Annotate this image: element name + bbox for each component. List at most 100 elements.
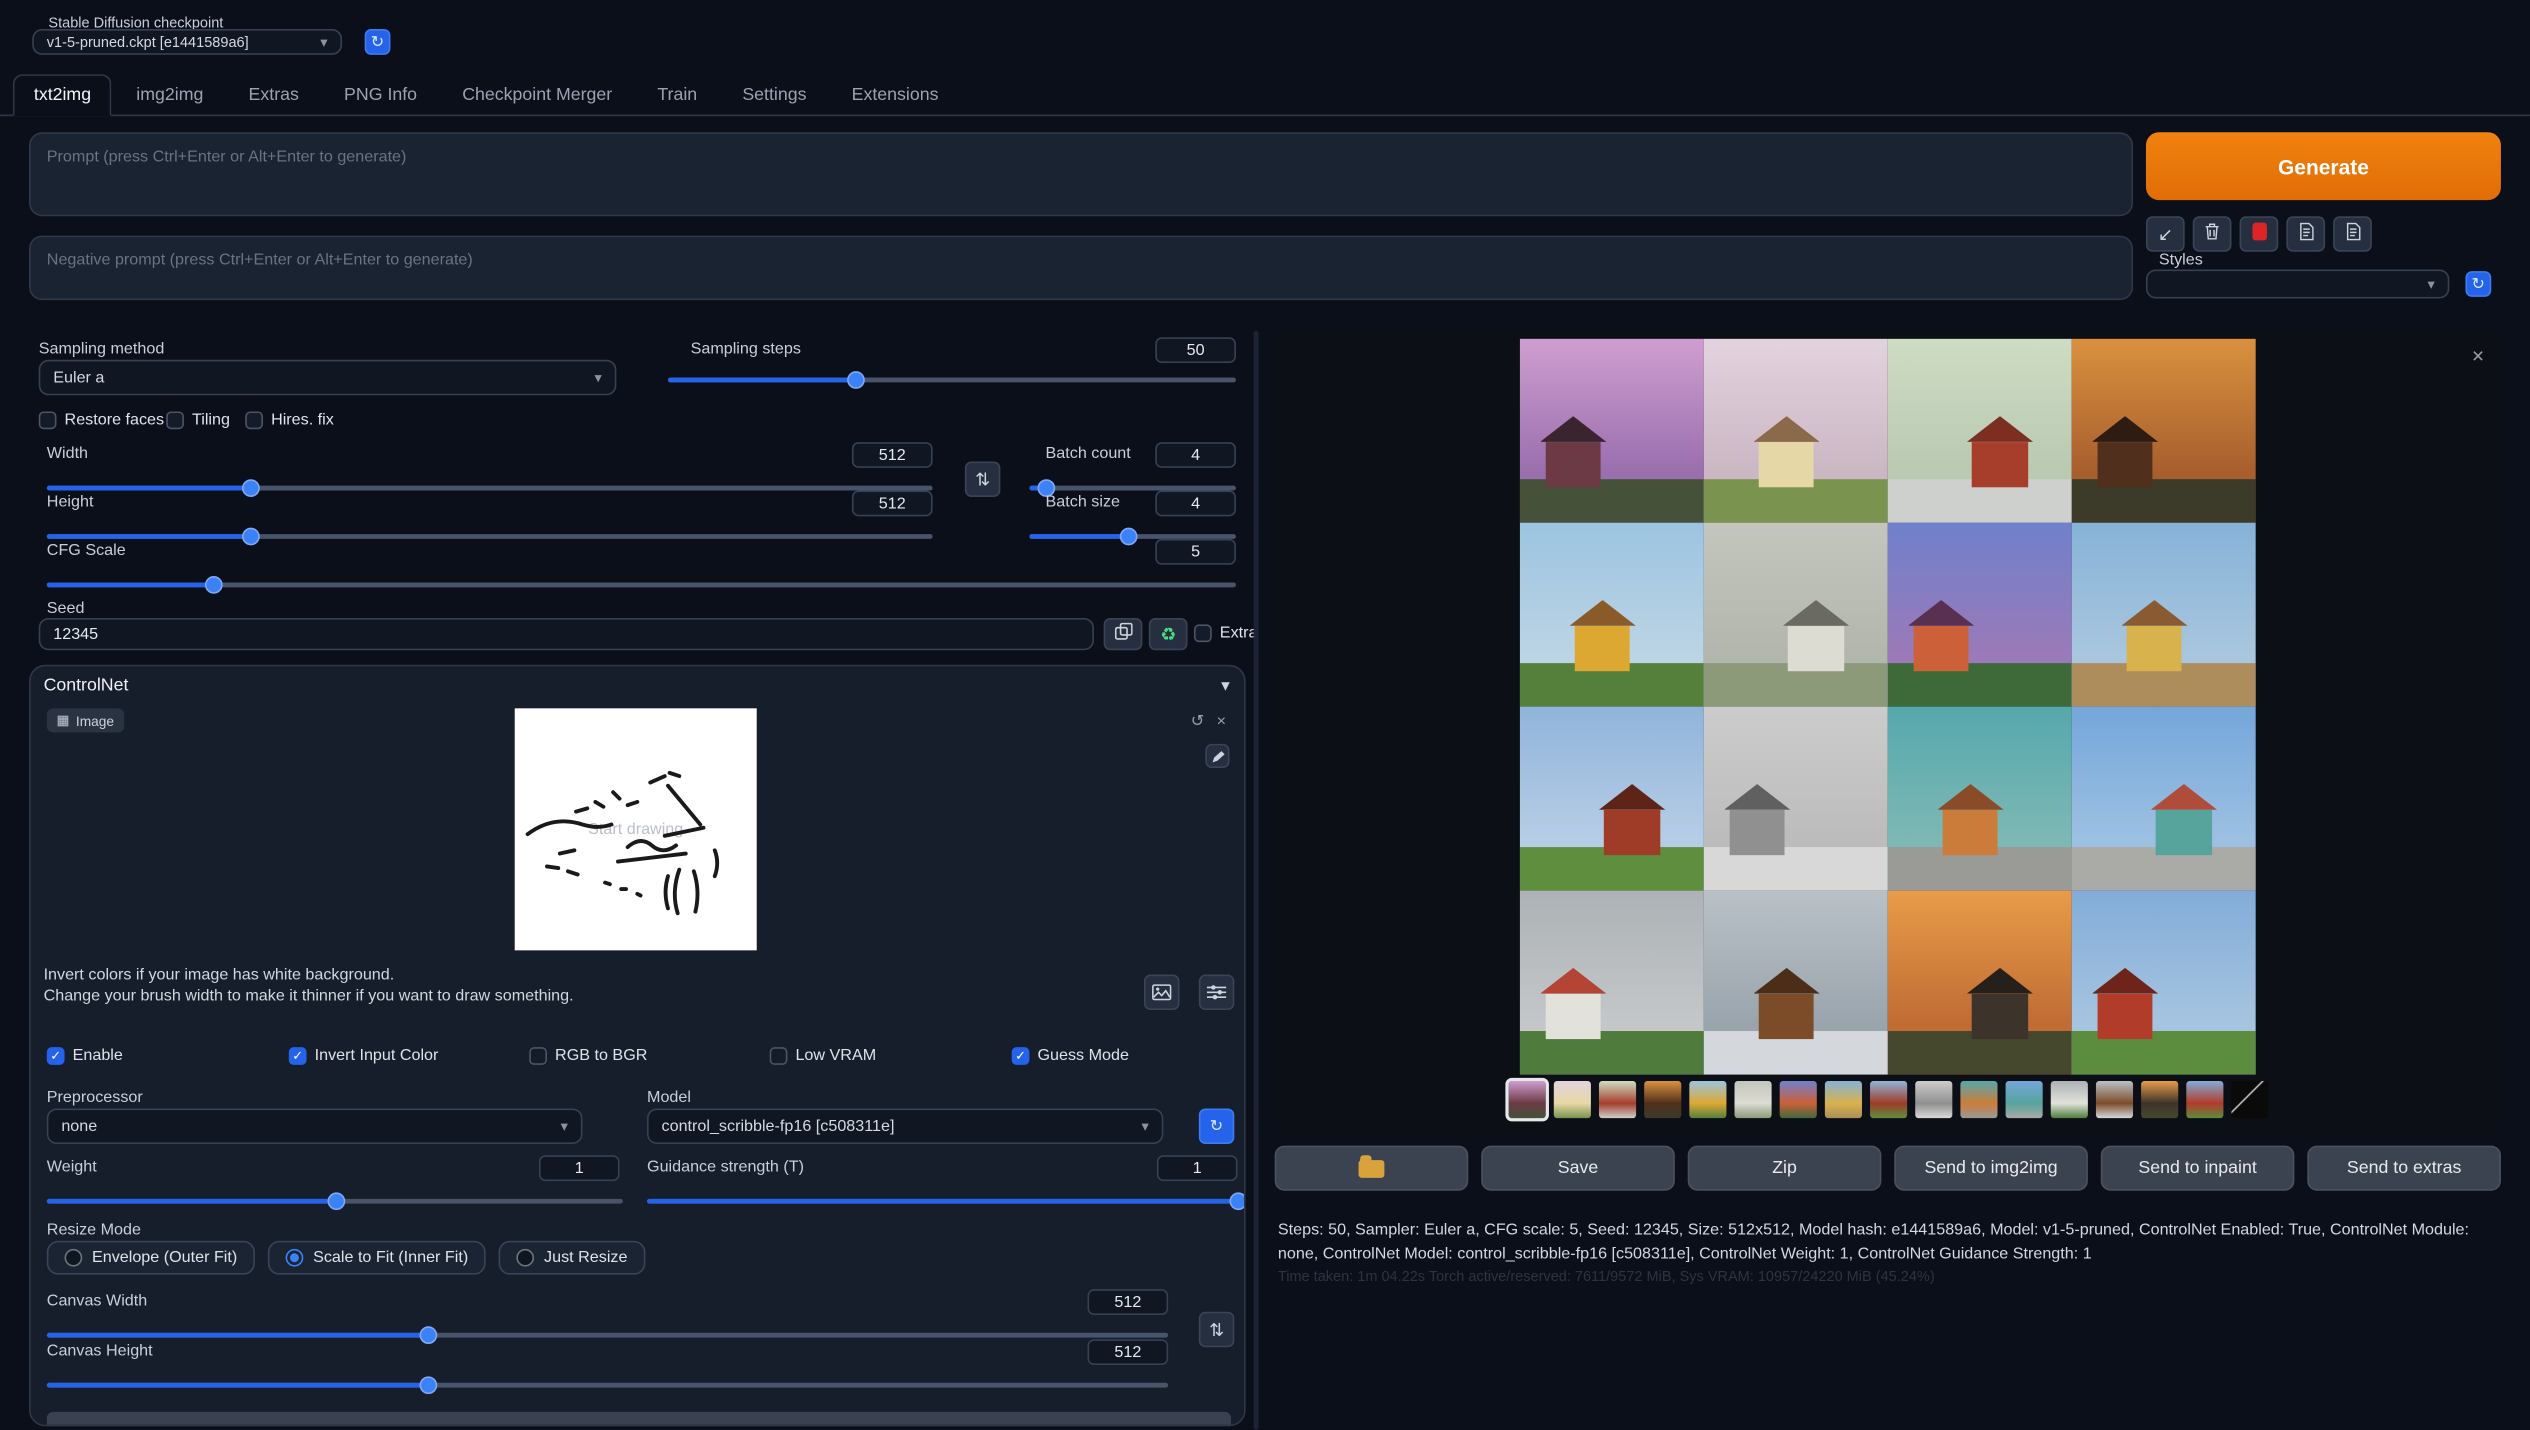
- open-folder-button[interactable]: [1275, 1146, 1469, 1191]
- prompt-input[interactable]: [29, 132, 2133, 216]
- collapse-arrow-icon[interactable]: ▼: [1218, 678, 1232, 694]
- cfg-scale-value[interactable]: 5: [1155, 539, 1236, 565]
- result-image-8[interactable]: [2072, 523, 2256, 707]
- scrollbar[interactable]: [1254, 331, 1259, 1430]
- guidance-strength-value[interactable]: 1: [1157, 1155, 1238, 1181]
- checkbox-rgb-to-bgr[interactable]: RGB to BGR: [529, 1047, 647, 1065]
- thumbnail-11[interactable]: [1960, 1081, 1997, 1118]
- result-image-6[interactable]: [1704, 523, 1888, 707]
- thumbnail-12[interactable]: [2005, 1081, 2042, 1118]
- canvas-width-value[interactable]: 512: [1087, 1289, 1168, 1315]
- width-slider[interactable]: [47, 478, 933, 497]
- refresh-styles-button[interactable]: ↻: [2465, 271, 2491, 297]
- sampling-steps-value[interactable]: 50: [1155, 337, 1236, 363]
- controlnet-canvas[interactable]: Start drawing: [515, 708, 757, 950]
- checkbox-tiling[interactable]: Tiling: [166, 411, 230, 429]
- thumbnail-15[interactable]: [2140, 1081, 2177, 1118]
- tab-png-info[interactable]: PNG Info: [323, 74, 438, 116]
- close-gallery-icon[interactable]: ×: [2472, 344, 2484, 368]
- result-image-5[interactable]: [1520, 523, 1704, 707]
- result-image-13[interactable]: [1520, 891, 1704, 1075]
- result-image-15[interactable]: [1888, 891, 2072, 1075]
- result-image-11[interactable]: [1888, 707, 2072, 891]
- tab-extensions[interactable]: Extensions: [831, 74, 960, 116]
- tab-train[interactable]: Train: [636, 74, 718, 116]
- sampling-method-dropdown[interactable]: Euler a ▾: [39, 360, 617, 395]
- canvas-settings-button[interactable]: [1199, 975, 1234, 1010]
- canvas-width-slider[interactable]: [47, 1325, 1168, 1344]
- resize-mode-just-resize[interactable]: Just Resize: [499, 1241, 645, 1275]
- height-value[interactable]: 512: [852, 491, 933, 517]
- tab-img2img[interactable]: img2img: [115, 74, 224, 116]
- send-to-img2img-button[interactable]: Send to img2img: [1894, 1146, 2088, 1191]
- thumbnail-14[interactable]: [2095, 1081, 2132, 1118]
- result-image-12[interactable]: [2072, 707, 2256, 891]
- swap-canvas-dimensions-button[interactable]: ⇅: [1199, 1312, 1234, 1347]
- send-to-inpaint-button[interactable]: Send to inpaint: [2101, 1146, 2295, 1191]
- refresh-models-button[interactable]: ↻: [1199, 1108, 1234, 1143]
- random-seed-button[interactable]: [1104, 618, 1143, 650]
- result-image-16[interactable]: [2072, 891, 2256, 1075]
- thumbnail-8[interactable]: [1824, 1081, 1861, 1118]
- brush-button[interactable]: [1205, 744, 1229, 768]
- send-to-extras-button[interactable]: Send to extras: [2307, 1146, 2501, 1191]
- result-image-14[interactable]: [1704, 891, 1888, 1075]
- guidance-strength-slider[interactable]: [647, 1191, 1238, 1210]
- thumbnail-3[interactable]: [1598, 1081, 1635, 1118]
- tab-checkpoint-merger[interactable]: Checkpoint Merger: [441, 74, 633, 116]
- model-dropdown[interactable]: control_scribble-fp16 [c508311e] ▾: [647, 1108, 1163, 1143]
- reuse-seed-button[interactable]: ♻: [1149, 618, 1188, 650]
- thumbnail-controlnet-map[interactable]: [2231, 1081, 2268, 1118]
- result-image-10[interactable]: [1704, 707, 1888, 891]
- checkpoint-dropdown[interactable]: v1-5-pruned.ckpt [e1441589a6] ▾: [32, 29, 342, 55]
- generate-button[interactable]: Generate: [2146, 132, 2501, 200]
- thumbnail-7[interactable]: [1779, 1081, 1816, 1118]
- canvas-height-slider[interactable]: [47, 1375, 1168, 1394]
- checkbox-low-vram[interactable]: Low VRAM: [770, 1047, 877, 1065]
- result-image-3[interactable]: [1888, 339, 2072, 523]
- resize-mode-envelope-outer-fit[interactable]: Envelope (Outer Fit): [47, 1241, 255, 1275]
- seed-input[interactable]: 12345: [39, 618, 1094, 650]
- thumbnail-9[interactable]: [1869, 1081, 1906, 1118]
- tab-settings[interactable]: Settings: [721, 74, 827, 116]
- save-style-button[interactable]: [2333, 216, 2372, 251]
- batch-count-value[interactable]: 4: [1155, 442, 1236, 468]
- thumbnail-10[interactable]: [1914, 1081, 1951, 1118]
- weight-value[interactable]: 1: [539, 1155, 620, 1181]
- weight-slider[interactable]: [47, 1191, 623, 1210]
- negative-prompt-input[interactable]: [29, 236, 2133, 301]
- checkbox-hires-fix[interactable]: Hires. fix: [245, 411, 334, 429]
- paste-params-button[interactable]: ↙: [2146, 216, 2185, 251]
- cfg-scale-slider[interactable]: [47, 574, 1236, 593]
- collapsed-section-bar[interactable]: [47, 1412, 1231, 1427]
- thumbnail-6[interactable]: [1734, 1081, 1771, 1118]
- width-value[interactable]: 512: [852, 442, 933, 468]
- new-canvas-button[interactable]: [1144, 975, 1179, 1010]
- clear-canvas-icon[interactable]: ×: [1217, 715, 1226, 731]
- result-image-2[interactable]: [1704, 339, 1888, 523]
- result-image-9[interactable]: [1520, 707, 1704, 891]
- undo-icon[interactable]: ↺: [1191, 715, 1205, 731]
- thumbnail-4[interactable]: [1643, 1081, 1680, 1118]
- apply-style-button[interactable]: [2286, 216, 2325, 251]
- checkbox-guess-mode[interactable]: ✓Guess Mode: [1012, 1047, 1129, 1065]
- clear-prompt-button[interactable]: [2193, 216, 2232, 251]
- styles-dropdown[interactable]: ▾: [2146, 269, 2449, 298]
- checkbox-enable[interactable]: ✓Enable: [47, 1047, 123, 1065]
- zip-button[interactable]: Zip: [1688, 1146, 1882, 1191]
- checkbox-restore-faces[interactable]: Restore faces: [39, 411, 164, 429]
- controlnet-image-tab[interactable]: ▦ Image: [47, 708, 124, 732]
- checkbox-invert-input-color[interactable]: ✓Invert Input Color: [289, 1047, 439, 1065]
- swap-dimensions-button[interactable]: ⇅: [965, 461, 1000, 496]
- extra-networks-button[interactable]: [2240, 216, 2279, 251]
- thumbnail-13[interactable]: [2050, 1081, 2087, 1118]
- sampling-steps-slider[interactable]: [668, 369, 1236, 388]
- tab-extras[interactable]: Extras: [228, 74, 320, 116]
- thumbnail-5[interactable]: [1689, 1081, 1726, 1118]
- refresh-checkpoint-button[interactable]: ↻: [365, 29, 391, 55]
- tab-txt2img[interactable]: txt2img: [13, 74, 112, 116]
- resize-mode-scale-to-fit-inner-fit[interactable]: Scale to Fit (Inner Fit): [268, 1241, 486, 1275]
- result-image-1[interactable]: [1520, 339, 1704, 523]
- thumbnail-2[interactable]: [1553, 1081, 1590, 1118]
- result-image-4[interactable]: [2072, 339, 2256, 523]
